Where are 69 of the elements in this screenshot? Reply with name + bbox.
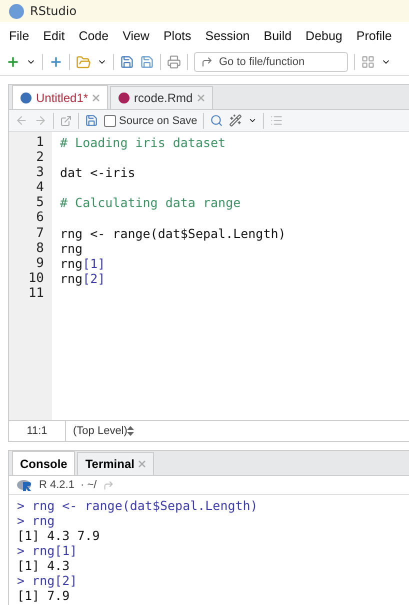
new-file-icon[interactable] bbox=[6, 55, 20, 69]
editor-tab[interactable]: Untitled1* bbox=[12, 85, 108, 109]
console-line: [1] 7.9 bbox=[16, 588, 71, 603]
arrow-icon bbox=[201, 56, 213, 68]
code-line: # Loading iris dataset bbox=[60, 135, 227, 150]
line-number: 3 bbox=[35, 165, 45, 180]
console-line: > rng[2] bbox=[16, 573, 78, 588]
save-all-icon[interactable] bbox=[140, 55, 154, 69]
source-on-save-checkbox[interactable]: Source on Save bbox=[104, 114, 198, 126]
console-line: [1] 4.3 bbox=[16, 558, 71, 573]
new-project-icon[interactable] bbox=[49, 55, 63, 69]
menu-item[interactable]: Edit bbox=[36, 28, 72, 42]
line-number: 9 bbox=[35, 256, 45, 271]
line-number: 11 bbox=[27, 286, 45, 302]
menu-item[interactable]: Debug bbox=[298, 28, 350, 42]
console-tab[interactable]: Terminal bbox=[77, 452, 154, 475]
caret-icon[interactable] bbox=[248, 116, 258, 125]
line-number: 5 bbox=[35, 195, 45, 210]
code-line: # Calculating data range bbox=[60, 195, 242, 210]
go-to-file-field[interactable]: Go to file/function bbox=[194, 52, 348, 72]
popout-icon[interactable] bbox=[60, 114, 72, 126]
console-line: > rng[1] bbox=[16, 543, 78, 558]
file-icon bbox=[20, 92, 32, 104]
line-number: 2 bbox=[35, 150, 45, 166]
line-number: 6 bbox=[35, 210, 45, 226]
print-icon[interactable] bbox=[167, 55, 181, 69]
back-icon[interactable] bbox=[15, 114, 28, 127]
arrow-icon[interactable] bbox=[102, 480, 114, 490]
editor-tab[interactable]: rcode.Rmd bbox=[110, 86, 213, 109]
r-version: R 4.2.1 bbox=[39, 479, 74, 491]
code-line: rng[2] bbox=[60, 270, 106, 286]
app-logo-icon bbox=[9, 4, 24, 18]
folder-icon[interactable] bbox=[76, 54, 91, 70]
code-line: dat <-iris bbox=[60, 165, 136, 180]
console-line: > rng <- range(dat$Sepal.Length) bbox=[16, 498, 259, 513]
menu-item[interactable]: Session bbox=[198, 28, 257, 42]
line-number: 7 bbox=[35, 226, 45, 241]
menu-item[interactable]: View bbox=[116, 28, 156, 42]
working-directory: · ~/ bbox=[80, 479, 97, 491]
line-number: 8 bbox=[35, 240, 45, 256]
code-line: rng <- range(dat$Sepal.Length) bbox=[60, 226, 286, 241]
file-icon bbox=[118, 92, 130, 104]
console-line: > rng bbox=[16, 513, 56, 528]
close-icon[interactable] bbox=[92, 94, 100, 102]
cursor-position: 11:1 bbox=[9, 421, 66, 441]
console-tab[interactable]: Console bbox=[12, 451, 76, 475]
save-icon[interactable] bbox=[85, 114, 98, 127]
sort-arrows-icon[interactable] bbox=[127, 426, 134, 436]
code-line: rng bbox=[60, 240, 84, 256]
console-line: [1] 4.3 7.9 bbox=[16, 528, 101, 543]
line-number: 1 bbox=[35, 135, 45, 150]
menu-item[interactable]: Code bbox=[72, 28, 116, 42]
menu-item[interactable]: Profile bbox=[349, 28, 399, 42]
grid-icon[interactable] bbox=[361, 55, 375, 69]
r-logo-icon bbox=[17, 479, 33, 491]
search-icon[interactable] bbox=[210, 114, 224, 127]
window-title: RStudio bbox=[30, 4, 77, 18]
close-icon[interactable] bbox=[138, 460, 146, 468]
line-number: 4 bbox=[35, 180, 45, 196]
forward-icon[interactable] bbox=[34, 114, 47, 127]
menu-item[interactable]: Build bbox=[256, 28, 299, 42]
code-line: rng[1] bbox=[60, 256, 106, 271]
menu-item[interactable]: Plots bbox=[156, 28, 198, 42]
magic-wand-icon[interactable] bbox=[229, 114, 242, 127]
line-number: 10 bbox=[27, 270, 45, 286]
close-icon[interactable] bbox=[196, 94, 205, 102]
scope-selector[interactable]: (Top Level) bbox=[66, 425, 128, 437]
save-icon[interactable] bbox=[120, 55, 134, 69]
menu-item[interactable]: File bbox=[2, 28, 36, 42]
